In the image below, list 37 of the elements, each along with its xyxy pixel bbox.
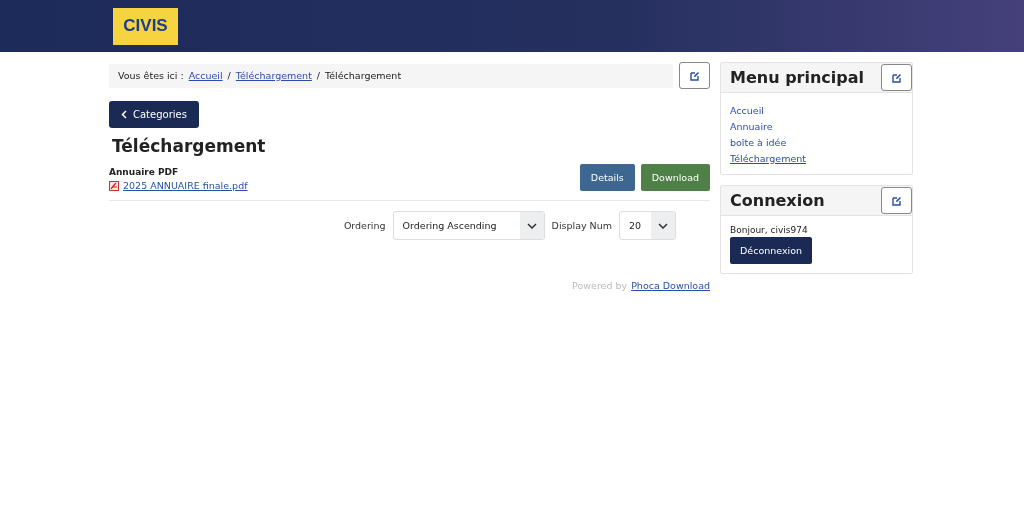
select-field[interactable]: Ordering Ascending: [392, 211, 545, 240]
breadcrumb-label: Vous êtes ici :: [118, 70, 184, 81]
module-title: Connexion: [730, 191, 825, 210]
breadcrumb-separator: /: [316, 70, 321, 81]
breadcrumb-link[interactable]: Accueil: [188, 70, 223, 81]
module-title: Menu principal: [730, 68, 865, 87]
filter-label: Ordering: [343, 220, 386, 231]
file-link[interactable]: 2025 ANNUAIRE finale.pdf: [123, 180, 248, 191]
file-category: Annuaire PDF: [109, 167, 180, 177]
chevron-left-icon: [121, 110, 127, 119]
page-title: Téléchargement: [112, 136, 267, 156]
logo[interactable]: CIVIS: [113, 7, 178, 45]
edit-icon: [891, 195, 902, 206]
chevron-down-icon: [658, 222, 668, 229]
menu-link[interactable]: Téléchargement: [730, 153, 903, 164]
edit-icon: [689, 70, 700, 81]
powered-by-text: Powered by: [572, 280, 628, 291]
greeting-text: Bonjour, civis974: [730, 225, 808, 235]
edit-button[interactable]: [881, 64, 912, 91]
logout-button[interactable]: Déconnexion: [730, 237, 812, 264]
breadcrumb-separator: /: [227, 70, 231, 81]
menu-link[interactable]: Annuaire: [730, 121, 903, 132]
edit-button[interactable]: [881, 187, 912, 214]
breadcrumb-link[interactable]: Téléchargement: [235, 70, 312, 81]
categories-button[interactable]: Categories: [109, 101, 199, 128]
chevron-down-icon: [526, 222, 537, 229]
menu-link[interactable]: boîte à idée: [730, 137, 903, 148]
phoca-download-link[interactable]: Phoca Download: [631, 280, 710, 291]
pdf-icon: [109, 180, 119, 191]
download-button[interactable]: Download: [640, 164, 710, 191]
filter-label: Display Num: [551, 220, 612, 231]
breadcrumb-current: Téléchargement: [325, 70, 402, 81]
select-field[interactable]: 20: [619, 211, 676, 240]
edit-icon: [891, 72, 902, 83]
menu-link[interactable]: Accueil: [730, 105, 903, 116]
edit-button[interactable]: [679, 62, 710, 89]
details-button[interactable]: Details: [579, 164, 635, 191]
